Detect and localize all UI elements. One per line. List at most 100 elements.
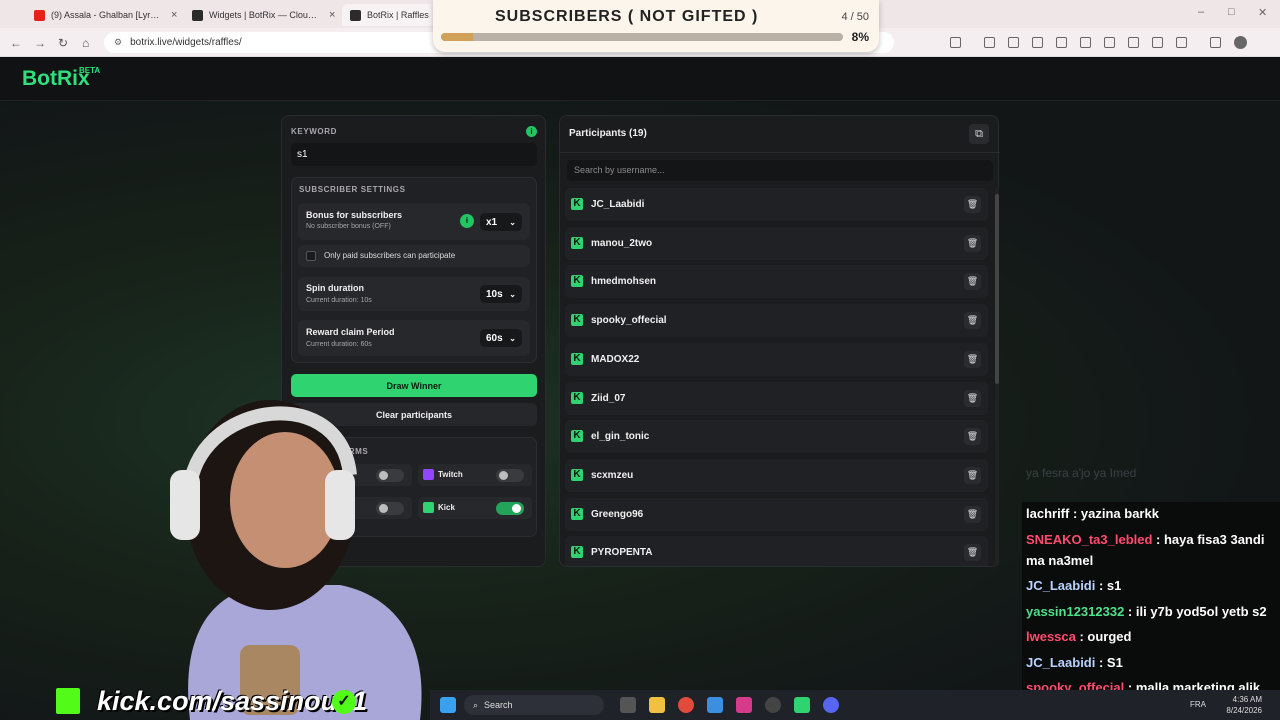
botrix-icon: [350, 9, 361, 21]
back-icon[interactable]: ←: [10, 36, 22, 50]
star-icon[interactable]: [1080, 37, 1091, 48]
participant-list: K JC_Laabidi 🗑 Kmanou_2two 🗑 Khmedmohsen 🗑 Kspo…: [565, 188, 990, 566]
reward-period-row: Reward claim Period Current duration: 60…: [298, 320, 530, 356]
discord-icon[interactable]: [823, 697, 839, 713]
reward-title: Reward claim Period: [306, 327, 395, 337]
goal-count: 4 / 50: [841, 11, 869, 23]
chat-text: : yazina barkk: [1069, 506, 1159, 521]
bonus-select[interactable]: x1 ⌄: [480, 213, 522, 231]
extension-icon[interactable]: [1032, 37, 1043, 48]
chat-username: SNEAKO_ta3_lebled: [1026, 532, 1153, 547]
tab-widgets[interactable]: Widgets | BotRix — Cloud Strea ×: [184, 4, 343, 26]
trash-icon[interactable]: [1152, 37, 1163, 48]
chevron-down-icon: ⌄: [509, 217, 516, 227]
kick-icon: K: [571, 236, 583, 249]
goal-percent: 8%: [851, 30, 869, 44]
home-icon[interactable]: ⌂: [82, 36, 89, 50]
language-indicator[interactable]: FRA: [1190, 700, 1206, 709]
chat-text: : ourged: [1075, 629, 1132, 644]
only-paid-row[interactable]: Only paid subscribers can participate: [298, 245, 530, 267]
platform-toggle[interactable]: [496, 469, 524, 482]
trash-icon[interactable]: 🗑: [964, 312, 981, 330]
profile-avatar[interactable]: [1234, 36, 1247, 49]
copy-icon[interactable]: ⧉: [969, 124, 989, 144]
chevron-down-icon: ⌄: [509, 333, 516, 343]
participant-username: manou_2two: [591, 237, 653, 249]
trash-icon[interactable]: 🗑: [964, 234, 981, 252]
clock[interactable]: 4:36 AM 8/24/2026: [1226, 694, 1262, 716]
maximize-icon[interactable]: □: [1228, 6, 1235, 18]
taskbar-search[interactable]: ⌕ Search: [464, 695, 604, 715]
spin-select[interactable]: 10s ⌄: [480, 285, 522, 303]
kick-app-icon[interactable]: [794, 697, 810, 713]
collections-icon[interactable]: [1176, 37, 1187, 48]
site-header: BotRix BETA: [0, 57, 1280, 101]
reload-icon[interactable]: ↻: [58, 36, 68, 50]
history-icon[interactable]: [1128, 37, 1139, 48]
tab-title: (9) Assala - Ghalban [Lyrics Vid: [51, 10, 161, 20]
platform-toggle[interactable]: [496, 502, 524, 515]
close-window-icon[interactable]: ✕: [1258, 6, 1267, 19]
keyword-input[interactable]: s1: [291, 143, 537, 166]
location-icon[interactable]: [1056, 37, 1067, 48]
extension-icon[interactable]: [950, 37, 961, 48]
trash-icon[interactable]: 🗑: [964, 350, 981, 368]
browser-icon[interactable]: [765, 697, 781, 713]
trash-icon[interactable]: 🗑: [964, 466, 981, 484]
chrome-icon[interactable]: [678, 697, 694, 713]
task-view-icon[interactable]: [620, 697, 636, 713]
scrollbar[interactable]: [995, 188, 999, 566]
trash-icon[interactable]: 🗑: [964, 196, 981, 213]
search-icon: ⌕: [473, 699, 479, 710]
participant-row: Khmedmohsen 🗑: [565, 265, 988, 299]
menu-icon[interactable]: [1210, 37, 1221, 48]
store-icon[interactable]: [707, 697, 723, 713]
close-icon[interactable]: ×: [329, 9, 335, 21]
windows-start-icon[interactable]: [440, 697, 456, 713]
stream-channel-banner: kick.com/sassinou01 ✓: [0, 682, 430, 720]
kick-logo-icon: [56, 688, 80, 714]
kick-icon: K: [571, 546, 583, 559]
beta-badge: BETA: [79, 66, 101, 75]
participant-row: Kscxmzeu 🗑: [565, 458, 988, 492]
participant-username: Greengo96: [591, 508, 644, 520]
info-icon[interactable]: i: [526, 126, 537, 137]
webcam-person: [170, 400, 422, 720]
forward-icon[interactable]: →: [34, 36, 46, 50]
extension-icon[interactable]: [984, 37, 995, 48]
trash-icon[interactable]: 🗑: [964, 544, 981, 562]
sidebar-icon[interactable]: [1104, 37, 1115, 48]
minimize-icon[interactable]: –: [1198, 6, 1204, 18]
bonus-subtitle: No subscriber bonus (OFF): [306, 223, 391, 230]
tab-youtube[interactable]: (9) Assala - Ghalban [Lyrics Vid ×: [26, 4, 185, 26]
chat-message: yassin12312332 : ili y7b yod5ol yetb s2: [1026, 601, 1278, 622]
trash-icon[interactable]: 🗑: [964, 428, 981, 446]
participant-row: Kel_gin_tonic 🗑: [565, 420, 988, 454]
goal-progress-bar: [441, 33, 843, 41]
chat-username: lwessca: [1026, 629, 1076, 644]
participant-username: el_gin_tonic: [591, 431, 650, 443]
kick-icon: K: [571, 352, 583, 365]
participant-username: JC_Laabidi: [591, 199, 645, 210]
close-icon[interactable]: ×: [171, 9, 177, 21]
trash-icon[interactable]: 🗑: [964, 273, 981, 291]
instagram-icon[interactable]: [736, 697, 752, 713]
info-icon[interactable]: i: [460, 214, 474, 228]
tab-raffles[interactable]: BotRix | Raffles: [342, 4, 437, 26]
tab-title: BotRix | Raffles: [367, 10, 429, 20]
reward-select[interactable]: 60s ⌄: [480, 329, 522, 347]
extension-icon[interactable]: [1008, 37, 1019, 48]
file-explorer-icon[interactable]: [649, 697, 665, 713]
participant-search-input[interactable]: Search by username...: [567, 160, 993, 181]
chat-overlay: lachriff : yazina barkk SNEAKO_ta3_lebled…: [1022, 502, 1280, 720]
spin-value: 10s: [486, 288, 503, 300]
kick-icon: K: [571, 275, 583, 288]
botrix-icon: [192, 9, 203, 21]
trash-icon[interactable]: 🗑: [964, 389, 981, 407]
verified-icon: ✓: [332, 690, 356, 714]
site-info-icon[interactable]: ⚙: [114, 37, 122, 48]
bonus-row: Bonus for subscribers No subscriber bonu…: [298, 203, 530, 240]
taskbar: ⌕ Search FRA 4:36 AM 8/24/2026: [430, 690, 1280, 720]
only-paid-checkbox[interactable]: [306, 251, 316, 261]
trash-icon[interactable]: 🗑: [964, 505, 981, 523]
